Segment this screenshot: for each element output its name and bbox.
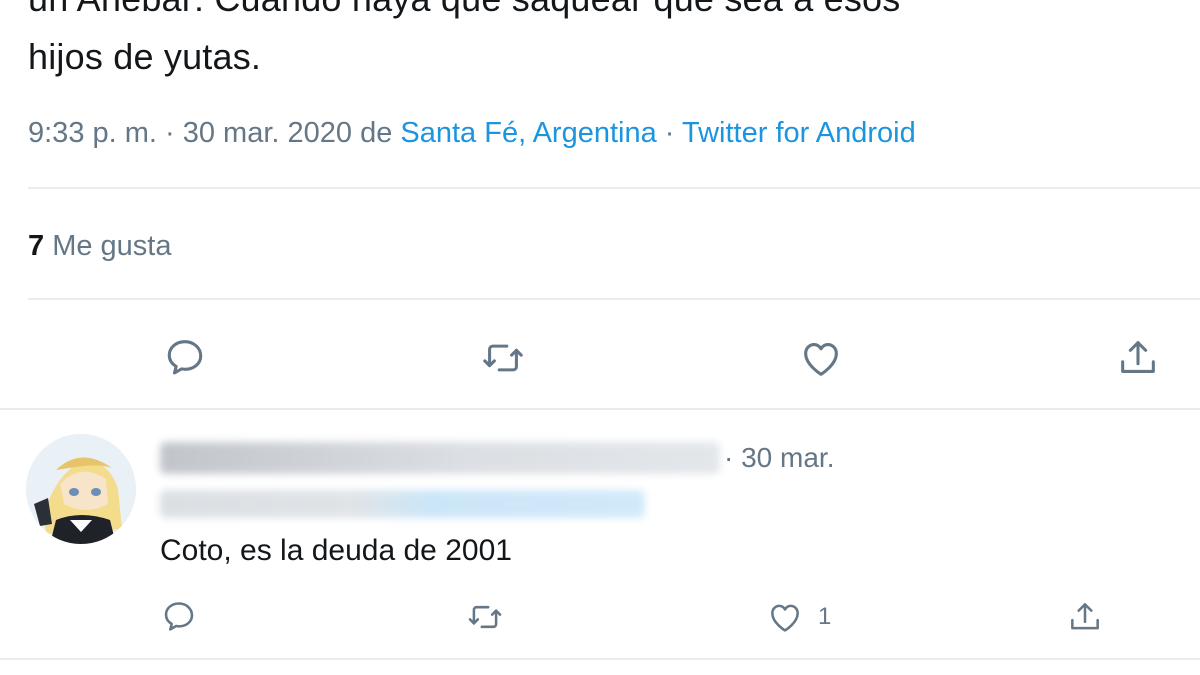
avatar-image [26,434,136,544]
reply-action-bar: 1 [0,597,1200,637]
share-icon [1071,603,1099,630]
share-button[interactable] [1112,332,1164,384]
tweet-meta: 9:33 p. m. · 30 mar. 2020 de Santa Fé, A… [28,117,916,150]
tweet-source-link[interactable]: Twitter for Android [682,117,916,149]
comment-icon [164,602,194,631]
reply-text: Coto, es la deuda de 2001 [160,534,512,567]
divider [0,658,1200,660]
reply-like-button[interactable]: 1 [766,597,831,637]
blurred-reply-to[interactable] [160,490,645,518]
share-icon [1121,341,1155,373]
tweet-location-link[interactable]: Santa Fé, Argentina [400,117,656,149]
reply-reply-button[interactable] [160,597,198,637]
reply-tweet[interactable]: · 30 mar. Coto, es la deuda de 2001 1 [0,412,1200,662]
likes-summary[interactable]: 7 Me gusta [28,230,171,263]
divider [0,408,1200,410]
reply-retweet-button[interactable] [466,597,504,637]
like-button[interactable] [795,332,847,384]
retweet-icon [483,344,523,372]
likes-count: 7 [28,230,45,262]
avatar[interactable] [26,434,136,544]
heart-icon [771,604,799,632]
tweet-text-top-cut: un Añebar: Cuando haya que saquear que s… [28,0,900,20]
retweet-button[interactable] [477,332,529,384]
reply-date[interactable]: · 30 mar. [724,442,834,474]
tweet-time: 9:33 p. m. · 30 mar. 2020 de [28,117,401,149]
blurred-user-name[interactable] [160,442,720,474]
retweet-icon [468,605,502,629]
meta-separator: · [656,117,682,149]
reply-like-count: 1 [818,603,832,630]
likes-label: Me gusta [44,230,172,262]
reply-share-button[interactable] [1066,597,1104,637]
heart-icon [804,343,838,376]
tweet-text: hijos de yutas. [28,36,262,77]
divider [28,187,1200,189]
reply-button[interactable] [159,332,211,384]
divider [28,298,1200,300]
comment-icon [167,340,203,375]
tweet-action-bar [0,332,1200,384]
